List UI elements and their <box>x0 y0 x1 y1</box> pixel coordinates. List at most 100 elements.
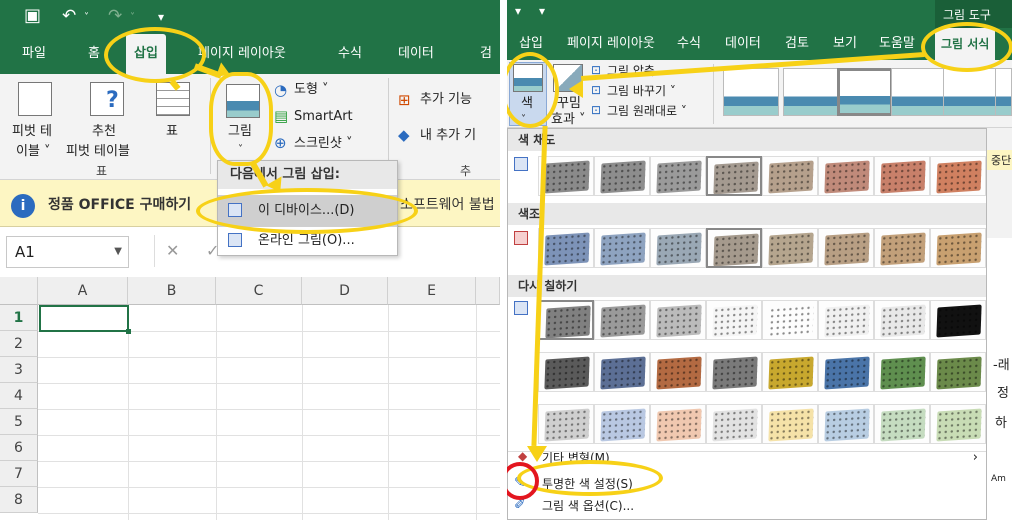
picture-style-thumb[interactable] <box>723 68 779 116</box>
color-variant-thumb[interactable] <box>874 404 930 444</box>
picture-style-thumb[interactable] <box>943 68 999 116</box>
picture-style-thumb[interactable] <box>995 68 1012 116</box>
tab-page-layout[interactable]: 페이지 레이아웃 <box>567 28 655 60</box>
color-variant-thumb[interactable] <box>762 156 818 196</box>
color-variant-thumb[interactable] <box>874 352 930 392</box>
color-variant-thumb[interactable] <box>538 156 594 196</box>
reset-picture-label[interactable]: 그림 원래대로 ˅ <box>607 102 687 121</box>
column-header[interactable]: E <box>388 277 476 305</box>
row-header[interactable]: 5 <box>0 409 38 435</box>
color-variant-thumb[interactable] <box>762 228 818 268</box>
color-variant-thumb[interactable] <box>538 300 594 340</box>
my-addin-label[interactable]: 내 추가 기 <box>420 126 476 145</box>
undo-dropdown-icon[interactable]: ˅ <box>84 12 89 23</box>
row-header[interactable]: 4 <box>0 383 38 409</box>
addin-label[interactable]: 추가 기능 <box>420 90 472 109</box>
color-variant-thumb[interactable] <box>594 404 650 444</box>
tab-review[interactable]: 검토 <box>785 28 809 60</box>
tab-view[interactable]: 보기 <box>833 28 857 60</box>
color-variant-thumb[interactable] <box>706 300 762 340</box>
picture-style-thumb[interactable] <box>891 68 947 116</box>
smartart-label[interactable]: SmartArt <box>294 107 353 126</box>
cancel-icon[interactable]: ✕ <box>166 241 179 260</box>
doc-side-text: 하 <box>995 416 1007 431</box>
screenshot-label[interactable]: 스크린샷 ˅ <box>294 134 352 153</box>
color-variant-thumb[interactable] <box>594 156 650 196</box>
color-variant-thumb[interactable] <box>650 404 706 444</box>
customize-icon[interactable]: ▾ <box>539 4 545 18</box>
color-variant-thumb[interactable] <box>818 352 874 392</box>
artistic-effects-label-2[interactable]: 효과 ˅ <box>551 110 586 129</box>
redo-dropdown-icon[interactable]: ˅ <box>130 12 135 23</box>
row-header[interactable]: 3 <box>0 357 38 383</box>
column-header[interactable]: C <box>216 277 302 305</box>
color-variant-thumb[interactable] <box>818 228 874 268</box>
tab-formulas[interactable]: 수식 <box>338 34 362 74</box>
color-variant-thumb[interactable] <box>538 352 594 392</box>
column-header-partial[interactable] <box>476 277 500 305</box>
color-variant-thumb[interactable] <box>874 300 930 340</box>
table-label[interactable]: 표 <box>166 122 178 141</box>
customize-qat-icon[interactable]: ▾ <box>158 10 164 24</box>
color-variant-thumb[interactable] <box>818 300 874 340</box>
name-box[interactable]: A1 ▼ <box>6 236 129 268</box>
save-icon[interactable]: ▣ <box>24 5 41 26</box>
color-variant-thumb[interactable] <box>594 300 650 340</box>
pivot-table-label-2[interactable]: 이블 ˅ <box>16 142 51 161</box>
color-variant-thumb[interactable] <box>650 352 706 392</box>
qat-dropdown-icon[interactable]: ▾ <box>515 4 521 18</box>
color-variant-thumb[interactable] <box>930 156 986 196</box>
picture-color-options-item[interactable]: 그림 색 옵션(C)... <box>508 495 986 517</box>
row-header[interactable]: 2 <box>0 331 38 357</box>
tab-file[interactable]: 파일 <box>22 34 46 74</box>
picture-style-thumb[interactable] <box>837 68 893 116</box>
color-variant-thumb[interactable] <box>650 156 706 196</box>
row-header[interactable]: 7 <box>0 461 38 487</box>
color-variant-thumb[interactable] <box>706 228 762 268</box>
tab-home[interactable]: 홈 <box>88 34 100 74</box>
column-header[interactable]: D <box>302 277 388 305</box>
color-variant-thumb[interactable] <box>762 352 818 392</box>
row-header[interactable]: 8 <box>0 487 38 513</box>
color-variant-thumb[interactable] <box>706 404 762 444</box>
color-variant-thumb[interactable] <box>594 352 650 392</box>
change-picture-label[interactable]: 그림 바꾸기 ˅ <box>607 82 676 101</box>
color-variant-thumb[interactable] <box>538 228 594 268</box>
fill-handle[interactable] <box>126 329 131 334</box>
recommended-pivot-label[interactable]: 추천 <box>92 122 116 141</box>
redo-icon[interactable]: ↷ <box>108 6 122 26</box>
color-variant-thumb[interactable] <box>874 228 930 268</box>
tab-formulas[interactable]: 수식 <box>677 28 701 60</box>
row-header[interactable]: 6 <box>0 435 38 461</box>
color-variant-thumb[interactable] <box>538 404 594 444</box>
color-variant-thumb[interactable] <box>818 404 874 444</box>
undo-icon[interactable]: ↶ <box>62 6 76 26</box>
name-box-dropdown-icon[interactable]: ▼ <box>114 237 122 267</box>
color-variant-thumb[interactable] <box>762 404 818 444</box>
color-variant-thumb[interactable] <box>762 300 818 340</box>
color-variant-thumb[interactable] <box>650 228 706 268</box>
tab-data[interactable]: 데이터 <box>398 34 434 74</box>
color-variant-thumb[interactable] <box>930 404 986 444</box>
color-variant-thumb[interactable] <box>930 228 986 268</box>
color-variant-thumb[interactable] <box>594 228 650 268</box>
pivot-table-label[interactable]: 피벗 테 <box>12 122 52 141</box>
color-variant-thumb[interactable] <box>818 156 874 196</box>
column-header[interactable]: B <box>128 277 216 305</box>
color-variant-thumb[interactable] <box>874 156 930 196</box>
column-header[interactable]: A <box>38 277 128 305</box>
active-cell[interactable] <box>39 305 129 332</box>
row-header[interactable]: 1 <box>0 305 38 331</box>
info-bar-text[interactable]: 정품 OFFICE 구매하기 <box>48 194 191 214</box>
color-variant-thumb[interactable] <box>650 300 706 340</box>
color-variant-thumb[interactable] <box>706 352 762 392</box>
picture-style-thumb[interactable] <box>783 68 839 116</box>
tab-review[interactable]: 검 <box>480 34 492 74</box>
recommended-pivot-label-2[interactable]: 피벗 테이블 <box>66 142 130 161</box>
select-all-corner[interactable] <box>0 277 38 305</box>
color-variant-thumb[interactable] <box>930 300 986 340</box>
color-variant-thumb[interactable] <box>930 352 986 392</box>
tab-data[interactable]: 데이터 <box>725 28 761 60</box>
color-variant-thumb[interactable] <box>706 156 762 196</box>
shape-label[interactable]: 도형 ˅ <box>294 80 329 99</box>
